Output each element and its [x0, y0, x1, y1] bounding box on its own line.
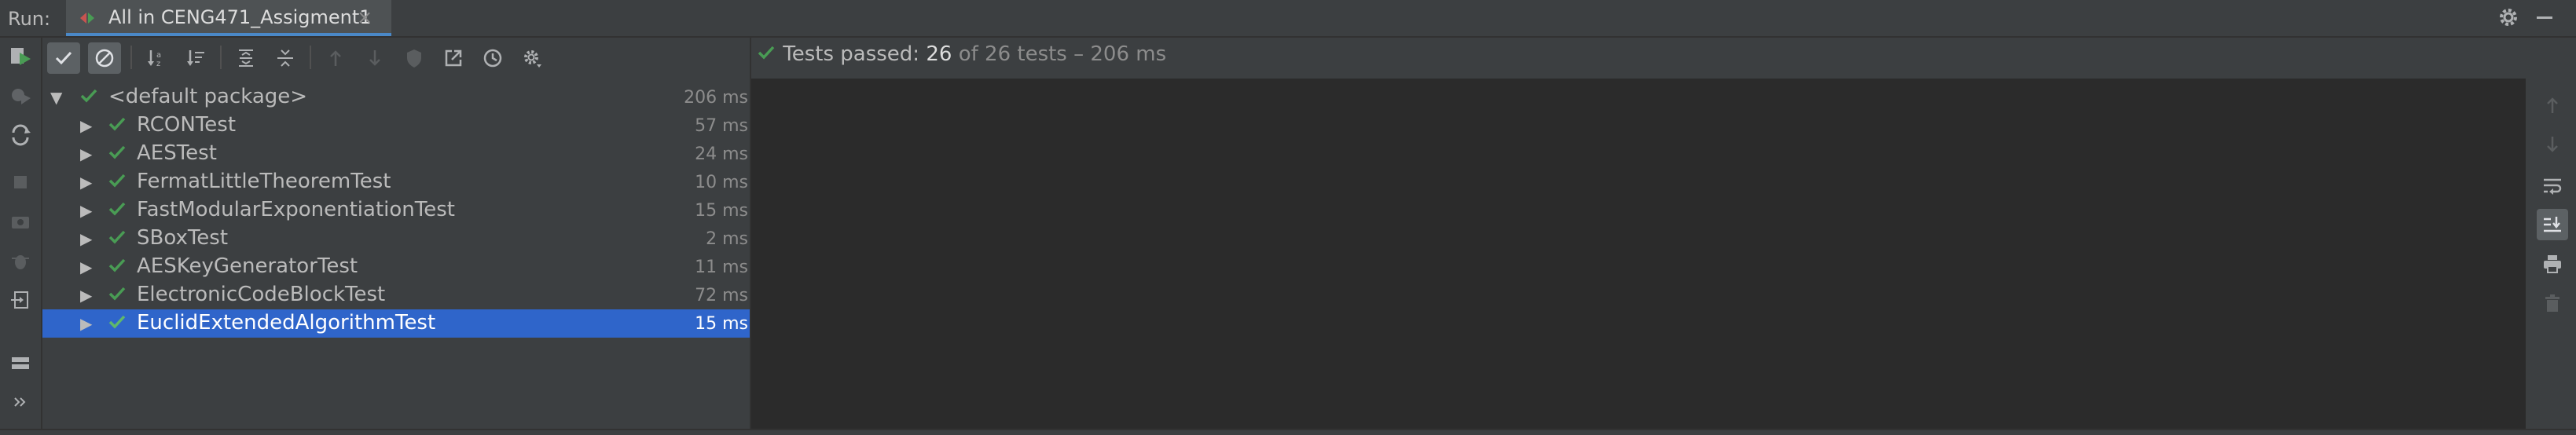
- tree-row-test-class[interactable]: ▶ ElectronicCodeBlockTest 72 ms: [42, 281, 750, 309]
- tree-row-test-class[interactable]: ▶ FastModularExponentiationTest 15 ms: [42, 196, 750, 225]
- expand-down-icon[interactable]: ▼: [50, 88, 62, 107]
- tree-row-test-class[interactable]: ▶ RCONTest 57 ms: [42, 111, 750, 140]
- expand-right-icon[interactable]: ▶: [80, 173, 92, 192]
- status-prefix: Tests passed:: [783, 42, 927, 66]
- tree-row-time: 24 ms: [695, 144, 748, 164]
- status-total: 26 tests: [985, 42, 1067, 66]
- exit-icon[interactable]: [6, 286, 35, 314]
- tree-row-time: 15 ms: [695, 201, 748, 221]
- passed-check-icon: [108, 230, 126, 244]
- tree-row-test-class[interactable]: ▶ AESKeyGeneratorTest 11 ms: [42, 253, 750, 281]
- passed-check-icon: [80, 89, 97, 103]
- toggle-auto-test-icon[interactable]: [6, 121, 35, 149]
- tree-row-time: 10 ms: [695, 173, 748, 192]
- test-status-summary: Tests passed: 26 of 26 tests – 206 ms: [756, 42, 1166, 66]
- run-configuration-tab[interactable]: All in CENG471_Assigment1 ×: [66, 0, 391, 36]
- junit-config-icon: [80, 13, 94, 24]
- print-icon[interactable]: [2537, 248, 2568, 280]
- test-tree: ▼ <default package> 206 ms ▶ RCONTest 57…: [42, 79, 750, 429]
- tree-row-name: EuclidExtendedAlgorithmTest: [137, 311, 436, 334]
- export-icon[interactable]: [437, 42, 470, 74]
- sort-alpha-icon[interactable]: az: [140, 42, 173, 74]
- tree-row-test-class[interactable]: ▶ SBoxTest 2 ms: [42, 225, 750, 253]
- tree-row-default-package[interactable]: ▼ <default package> 206 ms: [42, 83, 750, 111]
- expand-more-icon[interactable]: [6, 388, 35, 416]
- rerun-icon[interactable]: [6, 42, 35, 71]
- sort-duration-icon[interactable]: [179, 42, 212, 74]
- settings-icon[interactable]: [516, 42, 549, 74]
- run-label: Run:: [8, 8, 51, 30]
- expand-right-icon[interactable]: ▶: [80, 116, 92, 135]
- tree-row-name: SBoxTest: [137, 226, 229, 250]
- soft-wrap-icon[interactable]: [2537, 170, 2568, 201]
- show-passed-icon[interactable]: [47, 42, 80, 74]
- left-action-strip: [0, 38, 42, 429]
- tree-row-time: 72 ms: [695, 286, 748, 305]
- gear-icon[interactable]: [2496, 5, 2521, 30]
- close-icon[interactable]: ×: [357, 6, 372, 28]
- run-tool-window-header: Run: All in CENG471_Assigment1 ×: [0, 0, 2576, 38]
- expand-all-icon[interactable]: [229, 42, 262, 74]
- minimize-icon[interactable]: [2532, 5, 2557, 30]
- tree-row-name: AESKeyGeneratorTest: [137, 254, 358, 278]
- debug-icon[interactable]: [6, 247, 35, 275]
- tree-row-name: <default package>: [108, 85, 308, 108]
- tree-row-time: 2 ms: [706, 229, 748, 249]
- tree-row-time: 11 ms: [695, 258, 748, 277]
- layout-icon[interactable]: [6, 349, 35, 377]
- passed-check-icon: [108, 117, 126, 131]
- tree-row-name: AESTest: [137, 141, 217, 165]
- previous-failed-icon[interactable]: [319, 42, 352, 74]
- camera-icon[interactable]: [6, 207, 35, 236]
- console-action-strip: [2526, 79, 2576, 429]
- run-tab-title: All in CENG471_Assigment1: [108, 6, 372, 28]
- stop-icon[interactable]: [6, 168, 35, 196]
- expand-right-icon[interactable]: ▶: [80, 201, 92, 220]
- passed-check-icon: [108, 145, 126, 159]
- expand-right-icon[interactable]: ▶: [80, 314, 92, 333]
- tree-row-test-class-selected[interactable]: ▶ EuclidExtendedAlgorithmTest 15 ms: [42, 309, 750, 338]
- history-icon[interactable]: [476, 42, 509, 74]
- rerun-failed-icon[interactable]: [6, 82, 35, 110]
- tree-row-time: 206 ms: [684, 88, 748, 108]
- collapse-all-icon[interactable]: [269, 42, 302, 74]
- tree-row-time: 57 ms: [695, 116, 748, 136]
- scroll-up-icon[interactable]: [2537, 90, 2568, 121]
- passed-check-icon: [108, 174, 126, 188]
- status-of: of: [952, 42, 985, 66]
- console-output[interactable]: [751, 79, 2526, 429]
- passed-check-icon: [108, 287, 126, 301]
- tree-row-test-class[interactable]: ▶ FermatLittleTheoremTest 10 ms: [42, 168, 750, 196]
- tree-row-name: ElectronicCodeBlockTest: [137, 283, 386, 306]
- bottom-tool-strip: [0, 429, 2576, 435]
- shield-icon[interactable]: [398, 42, 431, 74]
- tree-row-name: RCONTest: [137, 113, 237, 137]
- tree-row-time: 15 ms: [695, 314, 748, 334]
- expand-right-icon[interactable]: ▶: [80, 229, 92, 248]
- test-runner-toolbar: az: [42, 38, 750, 77]
- status-passed-count: 26: [926, 42, 952, 66]
- expand-right-icon[interactable]: ▶: [80, 286, 92, 305]
- svg-text:z: z: [156, 60, 160, 68]
- passed-check-icon: [108, 315, 126, 329]
- trash-icon[interactable]: [2537, 287, 2568, 319]
- show-ignored-icon[interactable]: [88, 42, 121, 74]
- passed-check-icon: [758, 46, 775, 60]
- scroll-to-end-icon[interactable]: [2537, 209, 2568, 240]
- expand-right-icon[interactable]: ▶: [80, 258, 92, 276]
- scroll-down-icon[interactable]: [2537, 129, 2568, 160]
- passed-check-icon: [108, 202, 126, 216]
- tree-row-test-class[interactable]: ▶ AESTest 24 ms: [42, 140, 750, 168]
- svg-text:a: a: [156, 51, 161, 60]
- expand-right-icon[interactable]: ▶: [80, 144, 92, 163]
- passed-check-icon: [108, 258, 126, 272]
- next-failed-icon[interactable]: [358, 42, 391, 74]
- tree-row-name: FermatLittleTheoremTest: [137, 170, 391, 193]
- tree-row-name: FastModularExponentiationTest: [137, 198, 455, 221]
- status-duration: – 206 ms: [1066, 42, 1167, 66]
